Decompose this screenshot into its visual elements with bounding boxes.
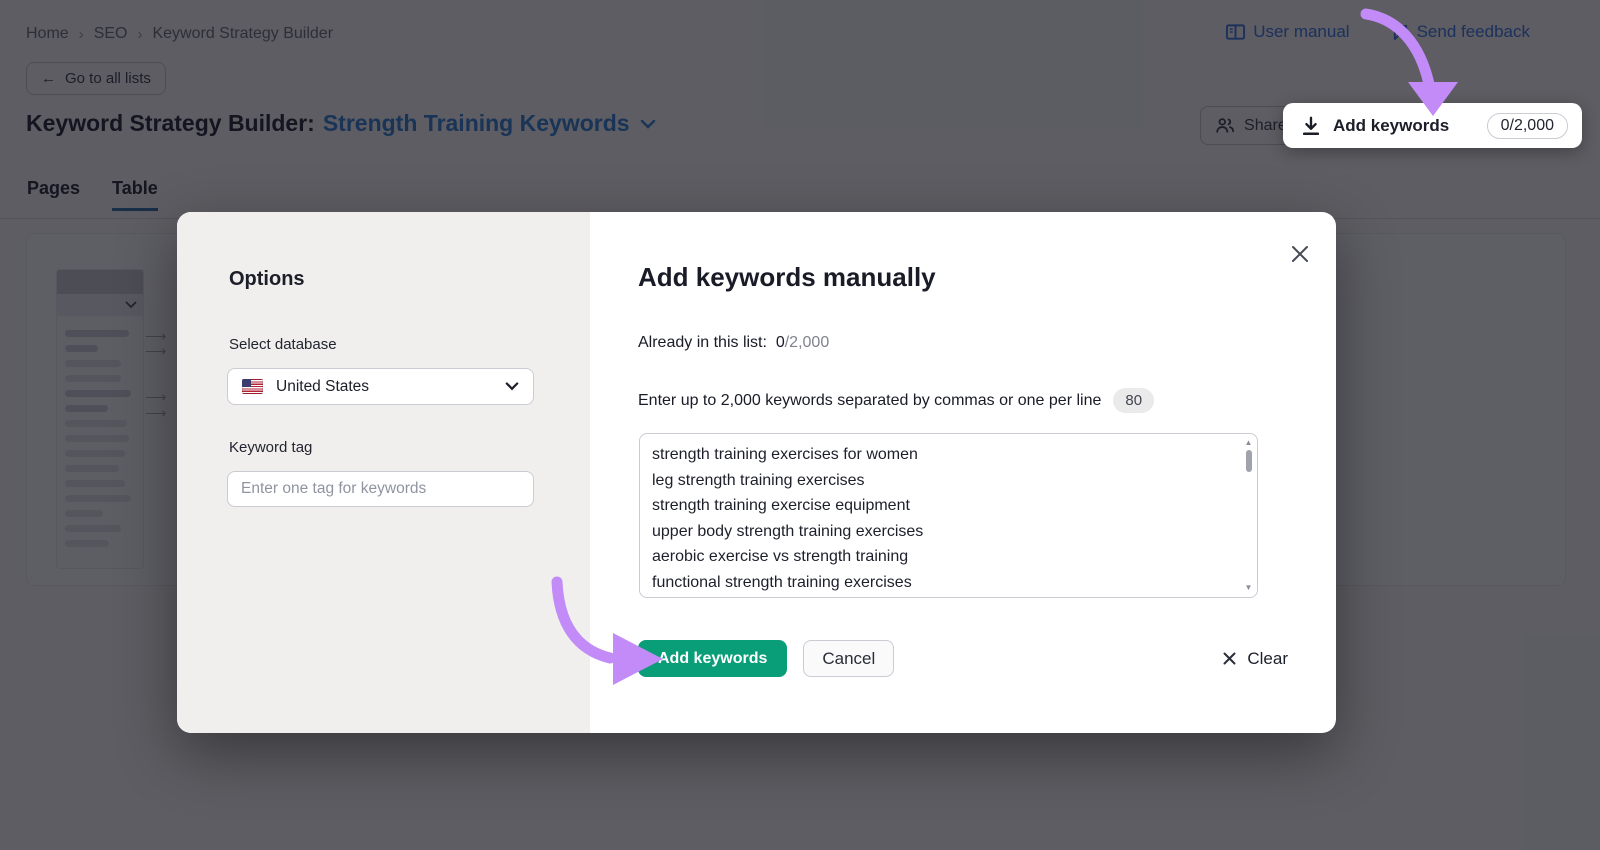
keyword-tag-input[interactable] — [227, 471, 534, 507]
modal-title: Add keywords manually — [638, 262, 936, 292]
keywords-lines: strength training exercises for women leg… — [652, 442, 1231, 595]
keyword-line: functional strength training exercises — [652, 573, 912, 591]
clear-x-icon — [1223, 652, 1236, 665]
add-keywords-submit-button[interactable]: Add keywords — [638, 640, 788, 677]
keyword-line: upper body strength training exercises — [652, 522, 924, 540]
add-keywords-modal: Options Select database United States Ke… — [177, 212, 1336, 733]
cancel-button[interactable]: Cancel — [803, 640, 895, 677]
select-database-label: Select database — [229, 336, 337, 353]
modal-options-panel: Options Select database United States Ke… — [177, 212, 590, 733]
keyword-line: strength training exercises for women — [652, 446, 918, 463]
database-selected-value: United States — [276, 377, 370, 395]
keyword-strategy-builder-page: Home › SEO › Keyword Strategy Builder Us… — [0, 0, 1600, 850]
options-heading: Options — [229, 268, 305, 290]
keywords-textarea[interactable]: strength training exercises for women leg… — [639, 433, 1258, 598]
keyword-line: strength training exercise equipment — [652, 497, 910, 514]
keyword-tag-label: Keyword tag — [229, 439, 313, 456]
textarea-scrollbar[interactable]: ▲ ▼ — [1243, 437, 1254, 594]
clear-label: Clear — [1247, 648, 1288, 668]
clear-button[interactable]: Clear — [1222, 649, 1288, 669]
already-label: Already in this list: — [638, 334, 767, 351]
already-total: /2,000 — [784, 334, 830, 351]
add-keywords-toolbar-button[interactable]: Add keywords 0/2,000 — [1283, 103, 1582, 148]
scrollbar-thumb[interactable] — [1245, 450, 1252, 472]
already-count: 0 — [775, 334, 785, 351]
scroll-down-icon[interactable]: ▼ — [1243, 584, 1254, 592]
import-download-icon — [1302, 116, 1320, 135]
keyword-counter-badge: 80 — [1113, 388, 1155, 413]
keyword-line: leg strength training exercises — [652, 471, 865, 489]
already-in-list-line: Already in this list: 0/2,000 — [638, 334, 829, 352]
keyword-line: aerobic exercise vs strength training — [652, 548, 909, 565]
chevron-down-icon — [505, 382, 519, 391]
database-select[interactable]: United States — [227, 368, 534, 405]
us-flag-icon — [242, 379, 263, 394]
instruction-text: Enter up to 2,000 keywords separated by … — [638, 391, 1102, 409]
add-keywords-count-badge: 0/2,000 — [1486, 112, 1568, 139]
scroll-up-icon[interactable]: ▲ — [1243, 439, 1254, 447]
close-icon[interactable] — [1288, 242, 1312, 266]
add-keywords-toolbar-label: Add keywords — [1333, 115, 1450, 135]
